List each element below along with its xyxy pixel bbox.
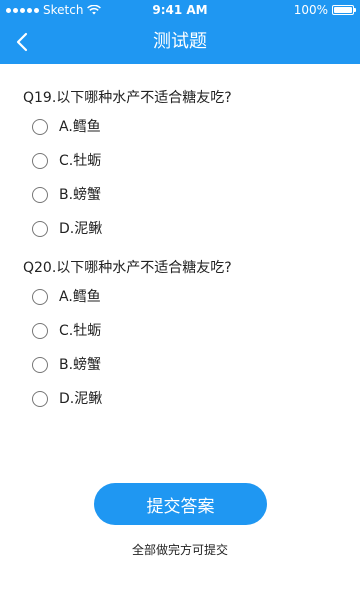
radio-button[interactable]: [32, 187, 48, 203]
radio-button[interactable]: [32, 391, 48, 407]
app-header: Sketch 9:41 AM 100% 测试题: [0, 0, 360, 64]
option-label: D.泥鳅: [59, 221, 103, 237]
option-label: A.鳕鱼: [59, 119, 101, 135]
option-item[interactable]: D.泥鳅: [32, 387, 102, 411]
submit-hint: 全部做完方可提交: [131, 543, 228, 557]
option-item[interactable]: B.螃蟹: [32, 183, 101, 207]
option-item[interactable]: B.螃蟹: [32, 353, 101, 377]
option-label: A.鳕鱼: [59, 289, 101, 305]
option-label: B.螃蟹: [59, 357, 102, 373]
battery-percent: 100%: [293, 3, 328, 17]
submit-answers-button[interactable]: 提交答案: [94, 483, 267, 525]
option-label: D.泥鳅: [59, 391, 103, 407]
radio-button[interactable]: [32, 323, 48, 339]
option-item[interactable]: A.鳕鱼: [32, 285, 101, 309]
question-title: Q20.以下哪种水产不适合糖友吃?: [23, 260, 232, 276]
page-title: 测试题: [153, 31, 207, 52]
radio-button[interactable]: [32, 289, 48, 305]
question-title: Q19.以下哪种水产不适合糖友吃?: [23, 90, 232, 106]
option-item[interactable]: D.泥鳅: [32, 217, 102, 241]
battery-level: [334, 7, 352, 13]
battery-icon: [332, 5, 356, 15]
radio-button[interactable]: [32, 221, 48, 237]
radio-button[interactable]: [32, 153, 48, 169]
option-item[interactable]: A.鳕鱼: [32, 115, 101, 139]
option-label: C.牡蛎: [59, 153, 102, 169]
option-item[interactable]: C.牡蛎: [32, 319, 101, 343]
option-item[interactable]: C.牡蛎: [32, 149, 101, 173]
option-label: B.螃蟹: [59, 187, 102, 203]
radio-button[interactable]: [32, 119, 48, 135]
status-right: 100%: [293, 0, 356, 20]
status-bar: Sketch 9:41 AM 100%: [0, 0, 360, 20]
option-label: C.牡蛎: [59, 323, 102, 339]
nav-bar: 测试题: [0, 20, 360, 64]
radio-button[interactable]: [32, 357, 48, 373]
